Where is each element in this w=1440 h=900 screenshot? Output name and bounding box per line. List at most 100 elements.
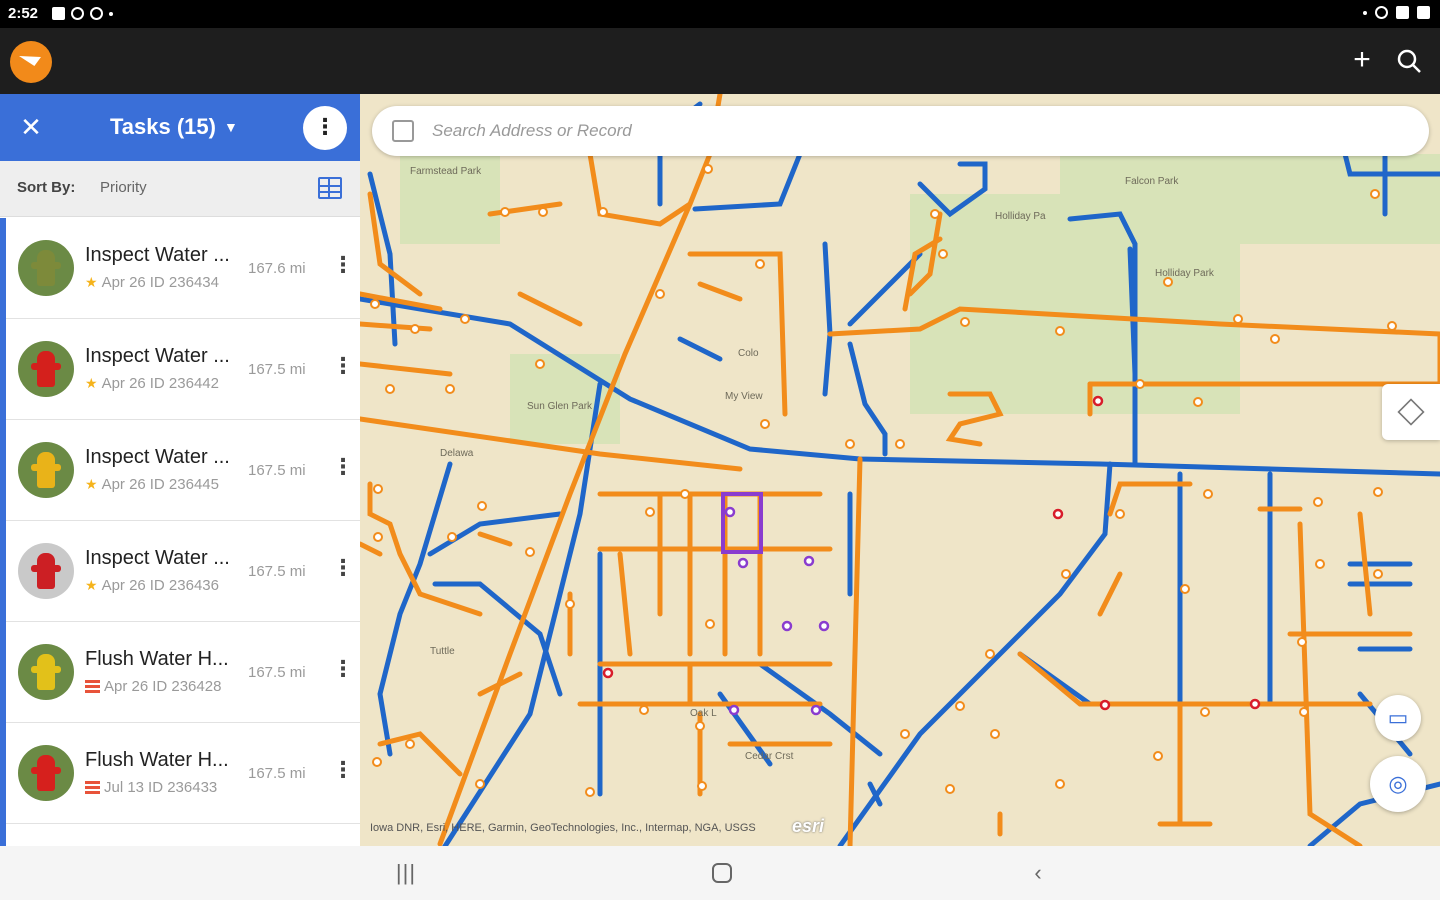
wifi-icon [1396,6,1409,19]
star-icon: ★ [85,375,98,391]
search-icon[interactable] [1394,46,1424,76]
task-date: Jul 13 [104,779,145,796]
priority-high-icon [85,680,100,693]
status-time: 2:52 [8,5,39,22]
map-label: Tuttle [430,646,455,657]
hydrant-thumbnail [18,341,74,397]
task-title: Flush Water H... [85,648,229,670]
task-row[interactable]: Inspect Water ... ★ Apr 26 ID 236434 167… [6,218,360,319]
task-subtitle: ★ Apr 26 ID 236442 [85,375,219,392]
hydrant-thumbnail [18,240,74,296]
hydrant-icon [31,351,61,387]
task-id: ID 236442 [149,375,219,392]
hydrant-thumbnail [18,543,74,599]
map-label: Holliday Pa [995,211,1046,222]
row-more-icon[interactable]: ⋮ [332,557,354,579]
task-row[interactable]: Flush Water H... Apr 26 ID 236428 167.5 … [6,622,360,723]
task-title: Inspect Water ... [85,446,230,468]
task-row[interactable]: Flush Water H... Jul 13 ID 236433 167.5 … [6,723,360,824]
task-distance: 167.5 mi [248,361,306,378]
recent-apps-icon[interactable]: ||| [393,860,419,886]
task-distance: 167.5 mi [248,765,306,782]
hydrant-icon [31,654,61,690]
status-system-icons [1363,6,1430,19]
task-date: Apr 26 [101,577,146,594]
task-list: Inspect Water ... ★ Apr 26 ID 236434 167… [0,218,360,846]
map-label: Sun Glen Park [527,401,593,412]
app-bar: + [0,28,1440,94]
locate-button[interactable]: ◎ [1370,756,1426,812]
layers-icon [1397,398,1425,426]
task-title: Inspect Water ... [85,547,230,569]
row-more-icon[interactable]: ⋮ [332,254,354,276]
task-distance: 167.5 mi [248,664,306,681]
task-subtitle: ★ Apr 26 ID 236434 [85,274,219,291]
map-icon: ▭ [1387,705,1409,730]
sync-icon [90,7,103,20]
task-subtitle: Apr 26 ID 236428 [85,678,221,695]
more-options-button[interactable]: ⋮ [303,106,347,150]
battery-icon [1417,6,1430,19]
task-row[interactable]: Inspect Water ... ★ Apr 26 ID 236436 167… [6,521,360,622]
row-more-icon[interactable]: ⋮ [332,658,354,680]
hydrant-thumbnail [18,644,74,700]
hydrant-icon [31,755,61,791]
park-area [510,354,620,444]
add-icon[interactable]: + [1347,45,1377,76]
task-id: ID 236436 [149,577,219,594]
hydrant-thumbnail [18,442,74,498]
layers-button[interactable] [1382,384,1440,440]
sort-value[interactable]: Priority [100,179,147,196]
map-label: Farmstead Park [410,166,482,177]
more-notifications-icon [109,12,113,16]
tasks-filter-dropdown[interactable]: Tasks (15) ▼ [110,114,238,140]
task-markers [724,506,830,716]
task-subtitle: ★ Apr 26 ID 236436 [85,577,219,594]
map-label: Delawa [440,448,474,459]
map-search-bar[interactable] [372,106,1429,156]
home-icon[interactable] [709,860,735,886]
task-title: Flush Water H... [85,749,229,771]
task-date: Apr 26 [101,476,146,493]
status-bar: 2:52 [0,0,1440,28]
task-title: Inspect Water ... [85,345,230,367]
task-distance: 167.5 mi [248,563,306,580]
task-row[interactable]: Inspect Water ... ★ Apr 26 ID 236442 167… [6,319,360,420]
star-icon: ★ [85,577,98,593]
map-label: Cedar Crst [745,751,794,762]
sort-row: Sort By: Priority [0,161,360,217]
task-date: Apr 26 [101,274,146,291]
workforce-logo-icon[interactable] [10,41,52,83]
hydrant-icon [31,250,61,286]
row-more-icon[interactable]: ⋮ [332,456,354,478]
map-label: Oak L [690,708,717,719]
selected-block [721,492,763,554]
message-icon [71,7,84,20]
map-label: Colo [738,348,759,359]
water-network-map: Farmstead Park Holliday Pa Holliday Park… [360,94,1440,846]
task-subtitle: Jul 13 ID 236433 [85,779,217,796]
map-label: Holliday Park [1155,268,1215,279]
back-icon[interactable]: ‹ [1025,860,1051,886]
row-more-icon[interactable]: ⋮ [332,759,354,781]
task-id: ID 236434 [149,274,219,291]
table-view-icon[interactable] [318,177,342,199]
row-more-icon[interactable]: ⋮ [332,355,354,377]
task-title: Inspect Water ... [85,244,230,266]
task-distance: 167.5 mi [248,462,306,479]
hydrant-icon [31,452,61,488]
valve-markers [370,164,1397,797]
basemap-button[interactable]: ▭ [1375,695,1421,741]
status-notification-icons [52,7,113,20]
task-row[interactable]: Inspect Water ... ★ Apr 26 ID 236445 167… [6,420,360,521]
task-subtitle: ★ Apr 26 ID 236445 [85,476,219,493]
map-view[interactable]: Farmstead Park Holliday Pa Holliday Park… [360,94,1440,846]
android-nav-bar: ||| ‹ [0,846,1440,900]
hydrant-thumbnail [18,745,74,801]
close-icon[interactable]: ✕ [18,114,44,140]
priority-high-icon [85,781,100,794]
esri-logo: esri [792,816,825,836]
search-input[interactable] [432,119,1332,143]
map-label: Falcon Park [1125,176,1179,187]
mute-icon [1363,11,1367,15]
